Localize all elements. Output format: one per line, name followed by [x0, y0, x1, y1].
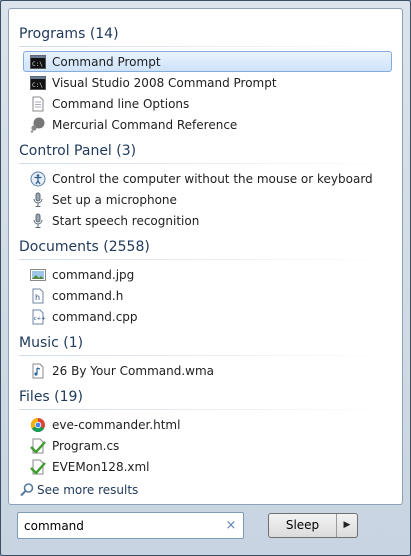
ease-of-access-icon [30, 171, 46, 187]
header-file-icon: h [30, 288, 46, 304]
result-item[interactable]: EVEMon128.xml [23, 456, 392, 477]
sleep-button-group: Sleep ▶ [268, 513, 358, 538]
result-group: Control Panel (3) Control the computer wi… [9, 138, 402, 231]
sleep-button[interactable]: Sleep [269, 514, 337, 537]
result-item[interactable]: Start speech recognition [23, 210, 392, 231]
result-item-label: Command Prompt [52, 55, 161, 69]
result-item-label: command.cpp [52, 310, 138, 324]
mercurial-icon [30, 117, 46, 133]
group-title: Files (19) [19, 389, 89, 405]
group-title: Control Panel (3) [19, 143, 143, 159]
search-input[interactable] [24, 517, 219, 534]
document-icon [30, 96, 46, 112]
result-group: Programs (14) C:\ Command Prompt C:\ Visual … [9, 21, 402, 135]
microphone-icon [30, 192, 46, 208]
result-group: Documents (2558) command.jpg h command.h c++… [9, 234, 402, 327]
result-item-label: Visual Studio 2008 Command Prompt [52, 76, 277, 90]
group-divider [19, 409, 392, 410]
result-item[interactable]: 26 By Your Command.wma [23, 360, 392, 381]
start-menu-frame: Programs (14) C:\ Command Prompt C:\ Visual … [0, 0, 411, 556]
result-item[interactable]: C:\ Command Prompt [23, 51, 392, 72]
group-header[interactable]: Programs (14) [9, 21, 402, 47]
command-prompt-icon: C:\ [30, 75, 46, 91]
group-header[interactable]: Files (19) [9, 384, 402, 410]
result-item-label: Command line Options [52, 97, 190, 111]
result-item[interactable]: Control the computer without the mouse o… [23, 168, 392, 189]
group-header[interactable]: Music (1) [9, 330, 402, 356]
group-title: Documents (2558) [19, 239, 156, 255]
result-item[interactable]: Program.cs [23, 435, 392, 456]
result-item[interactable]: eve-commander.html [23, 414, 392, 435]
result-group: Files (19) eve-commander.html Program.cs EV… [9, 384, 402, 477]
group-header[interactable]: Control Panel (3) [9, 138, 402, 164]
result-item[interactable]: C:\ Visual Studio 2008 Command Prompt [23, 72, 392, 93]
command-prompt-icon: C:\ [30, 54, 46, 70]
svg-text:c++: c++ [34, 316, 46, 322]
group-divider [19, 259, 392, 260]
result-item[interactable]: h command.h [23, 285, 392, 306]
result-item-label: eve-commander.html [52, 418, 181, 432]
result-item-label: Program.cs [52, 439, 120, 453]
search-results-panel: Programs (14) C:\ Command Prompt C:\ Visual … [8, 8, 403, 505]
result-item[interactable]: command.jpg [23, 264, 392, 285]
clear-search-icon[interactable]: × [225, 517, 237, 534]
group-title: Programs (14) [19, 26, 125, 42]
svg-text:h: h [35, 293, 40, 302]
result-item-label: Control the computer without the mouse o… [52, 172, 373, 186]
result-item[interactable]: Set up a microphone [23, 189, 392, 210]
group-divider [19, 163, 392, 164]
image-file-icon [30, 267, 46, 283]
result-item[interactable]: Mercurial Command Reference [23, 114, 392, 135]
music-file-icon [30, 363, 46, 379]
search-box[interactable]: × [17, 512, 244, 539]
cs-file-icon [30, 438, 46, 454]
result-item-label: EVEMon128.xml [52, 460, 150, 474]
result-item-label: 26 By Your Command.wma [52, 364, 215, 378]
see-more-results-link[interactable]: See more results [17, 480, 138, 500]
result-item-label: command.jpg [52, 268, 135, 282]
result-item-label: Set up a microphone [52, 193, 177, 207]
group-divider [19, 46, 392, 47]
group-header[interactable]: Documents (2558) [9, 234, 402, 260]
see-more-results-label: See more results [37, 483, 139, 497]
svg-text:C:\: C:\ [32, 61, 43, 68]
svg-text:C:\: C:\ [32, 82, 43, 89]
result-item-label: Mercurial Command Reference [52, 118, 238, 132]
shutdown-options-arrow-icon[interactable]: ▶ [337, 514, 357, 537]
microphone-icon [30, 213, 46, 229]
xml-file-icon [30, 459, 46, 475]
group-title: Music (1) [19, 335, 90, 351]
result-item-label: command.h [52, 289, 124, 303]
result-item[interactable]: Command line Options [23, 93, 392, 114]
cpp-file-icon: c++ [30, 309, 46, 325]
group-divider [19, 355, 392, 356]
result-item[interactable]: c++ command.cpp [23, 306, 392, 327]
result-item-label: Start speech recognition [52, 214, 200, 228]
chrome-icon [30, 417, 46, 433]
search-icon [20, 483, 34, 497]
result-group: Music (1) 26 By Your Command.wma [9, 330, 402, 381]
